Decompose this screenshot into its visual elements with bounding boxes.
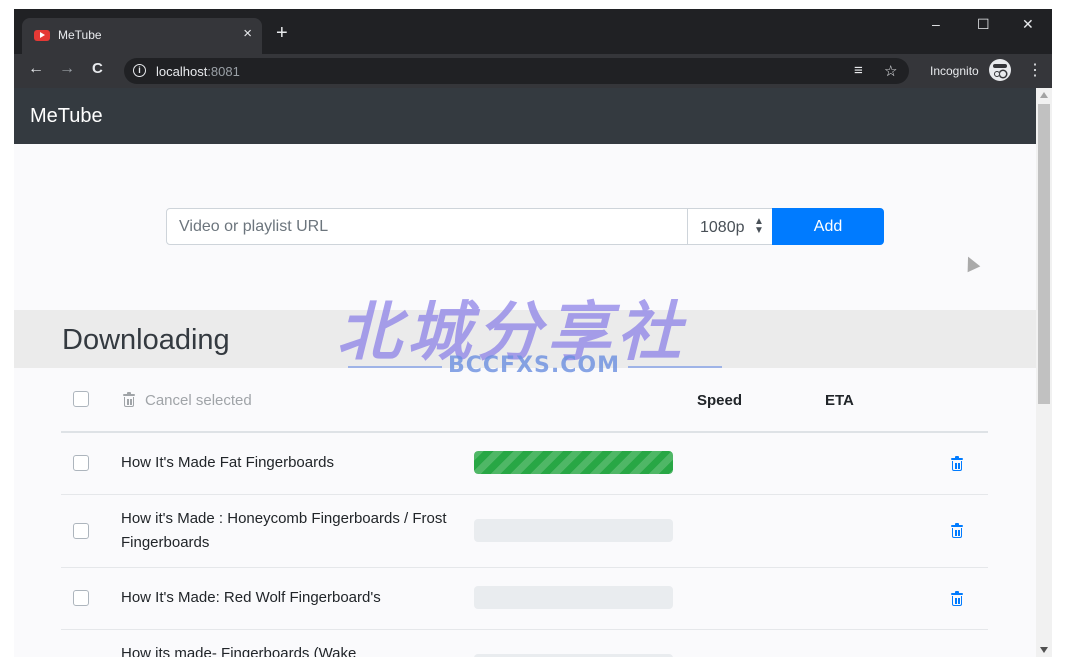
column-header-eta: ETA — [825, 392, 854, 409]
maximize-icon[interactable]: ☐ — [977, 16, 990, 33]
youtube-favicon-icon — [34, 30, 50, 41]
tab-close-icon[interactable]: × — [243, 25, 252, 42]
minimize-icon[interactable]: – — [932, 16, 940, 32]
reload-icon[interactable]: C — [92, 60, 103, 77]
row-divider — [61, 494, 988, 495]
back-arrow-icon[interactable]: ← — [28, 60, 44, 78]
address-url: localhost:8081 — [156, 64, 240, 79]
scroll-thumb[interactable] — [1038, 104, 1050, 404]
add-button[interactable]: Add — [772, 208, 884, 245]
progress-fill — [474, 451, 673, 474]
row-title: How It's Made: Red Wolf Fingerboard's — [121, 589, 381, 606]
page-viewport: MeTube 1080p ▲▼ Add Downloading Cancel s… — [14, 88, 1052, 657]
watermark-line-left — [348, 366, 442, 368]
cancel-selected-button[interactable]: Cancel selected — [145, 392, 252, 409]
url-port: :8081 — [207, 64, 240, 79]
bookmark-star-icon[interactable]: ☆ — [884, 62, 897, 80]
delete-trash-icon[interactable] — [951, 591, 963, 606]
app-navbar: MeTube — [14, 88, 1036, 144]
watermark-english: BCCFXS.COM — [448, 353, 620, 378]
browser-menu-icon[interactable]: ⋮ — [1027, 60, 1043, 80]
row-title: How It's Made Fat Fingerboards — [121, 454, 334, 471]
row-divider — [61, 629, 988, 630]
tab-title: MeTube — [58, 28, 102, 42]
url-host: localhost — [156, 64, 208, 79]
site-info-icon[interactable]: i — [133, 64, 146, 77]
browser-tab[interactable]: MeTube × — [22, 18, 262, 54]
section-title: Downloading — [62, 324, 230, 356]
window-close-icon[interactable]: ✕ — [1022, 16, 1034, 33]
progress-bar — [474, 451, 673, 474]
app-brand[interactable]: MeTube — [30, 105, 103, 128]
row-divider — [61, 567, 988, 568]
select-all-checkbox[interactable] — [73, 391, 89, 407]
quality-select[interactable]: 1080p ▲ ▼ — [687, 208, 773, 245]
row-title: How its made- Fingerboards (Wake — [121, 645, 357, 657]
select-arrows-icon: ▲ ▼ — [754, 216, 764, 236]
incognito-icon[interactable] — [989, 59, 1011, 81]
scroll-up-arrow-icon[interactable] — [1040, 92, 1048, 98]
url-input[interactable] — [166, 208, 688, 245]
incognito-label[interactable]: Incognito — [930, 64, 979, 78]
page-scrollbar[interactable] — [1036, 88, 1052, 657]
mouse-cursor-icon — [961, 253, 981, 273]
address-bar[interactable]: i localhost:8081 ≡ ☆ — [124, 58, 909, 84]
screenshot-frame: MeTube × + – ☐ ✕ ← → C i localhost:8081 … — [0, 0, 1073, 657]
row-title: How it's Made : Honeycomb Fingerboards /… — [121, 510, 447, 551]
delete-trash-icon[interactable] — [951, 523, 963, 538]
progress-bar — [474, 586, 673, 609]
reading-list-icon[interactable]: ≡ — [854, 62, 863, 79]
delete-trash-icon[interactable] — [951, 456, 963, 471]
trash-icon — [123, 392, 135, 407]
header-divider — [61, 431, 988, 433]
column-header-speed: Speed — [697, 392, 743, 409]
row-checkbox[interactable] — [73, 590, 89, 606]
row-checkbox[interactable] — [73, 455, 89, 471]
browser-toolbar: ← → C i localhost:8081 ≡ ☆ Incognito ⋮ — [14, 54, 1052, 88]
forward-arrow-icon[interactable]: → — [59, 60, 75, 78]
new-tab-icon[interactable]: + — [276, 23, 288, 43]
browser-window: MeTube × + – ☐ ✕ ← → C i localhost:8081 … — [14, 9, 1052, 657]
browser-titlebar: MeTube × + – ☐ ✕ — [14, 9, 1052, 54]
row-checkbox[interactable] — [73, 523, 89, 539]
progress-bar — [474, 519, 673, 542]
scroll-down-arrow-icon[interactable] — [1040, 647, 1048, 653]
watermark-line-right — [628, 366, 722, 368]
quality-value: 1080p — [700, 219, 745, 236]
